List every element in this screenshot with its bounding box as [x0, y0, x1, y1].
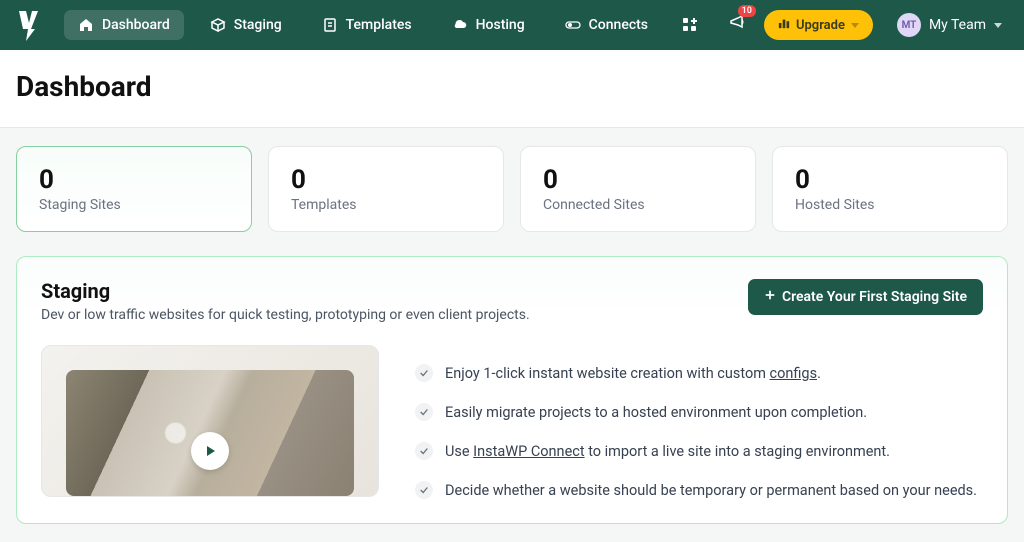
toggle-icon	[565, 17, 581, 33]
nav-label: Hosting	[476, 17, 525, 33]
nav-apps[interactable]	[674, 10, 706, 40]
brand-logo[interactable]	[16, 7, 44, 43]
list-item: Enjoy 1-click instant website creation w…	[415, 363, 983, 384]
stat-card-connected[interactable]: 0 Connected Sites	[520, 146, 756, 232]
play-button[interactable]	[191, 432, 229, 470]
check-icon	[415, 481, 433, 499]
stat-value: 0	[543, 165, 733, 195]
cloud-icon	[452, 17, 468, 33]
chevron-down-icon	[994, 23, 1002, 28]
avatar: MT	[897, 13, 921, 37]
staging-card: Staging Dev or low traffic websites for …	[16, 256, 1008, 524]
list-item: Easily migrate projects to a hosted envi…	[415, 402, 983, 423]
stat-card-templates[interactable]: 0 Templates	[268, 146, 504, 232]
stat-card-staging[interactable]: 0 Staging Sites	[16, 146, 252, 232]
grid-plus-icon	[682, 17, 698, 33]
stat-label: Hosted Sites	[795, 197, 985, 213]
notifications-button[interactable]: 10	[728, 13, 748, 37]
page-title: Dashboard	[16, 70, 1008, 103]
check-icon	[415, 364, 433, 382]
bar-chart-icon	[778, 17, 790, 33]
feature-text: Decide whether a website should be tempo…	[445, 480, 977, 501]
intro-video[interactable]	[41, 345, 379, 497]
staging-title: Staging	[41, 279, 530, 303]
nav-templates[interactable]: Templates	[308, 10, 426, 40]
check-icon	[415, 403, 433, 421]
notification-badge: 10	[738, 5, 756, 17]
team-name: My Team	[929, 17, 986, 33]
staging-header: Staging Dev or low traffic websites for …	[41, 279, 983, 323]
feature-text: Easily migrate projects to a hosted envi…	[445, 402, 867, 423]
nav-label: Connects	[589, 17, 648, 33]
nav-label: Dashboard	[102, 17, 170, 33]
box-icon	[210, 17, 226, 33]
home-icon	[78, 17, 94, 33]
list-item: Decide whether a website should be tempo…	[415, 480, 983, 501]
feature-list: Enjoy 1-click instant website creation w…	[415, 345, 983, 501]
instawp-connect-link[interactable]: InstaWP Connect	[473, 443, 584, 460]
configs-link[interactable]: configs	[770, 365, 818, 382]
nav-connects[interactable]: Connects	[551, 10, 662, 40]
feature-text: Use InstaWP Connect to import a live sit…	[445, 441, 890, 462]
nav-hosting[interactable]: Hosting	[438, 10, 539, 40]
content: 0 Staging Sites 0 Templates 0 Connected …	[0, 128, 1024, 542]
create-staging-button[interactable]: Create Your First Staging Site	[748, 279, 983, 315]
staging-description: Dev or low traffic websites for quick te…	[41, 307, 530, 323]
chevron-down-icon	[851, 23, 859, 28]
team-switcher[interactable]: MT My Team	[891, 9, 1008, 41]
megaphone-icon	[728, 18, 748, 37]
stat-value: 0	[291, 165, 481, 195]
stat-value: 0	[39, 165, 229, 195]
check-icon	[415, 442, 433, 460]
stat-value: 0	[795, 165, 985, 195]
feature-text: Enjoy 1-click instant website creation w…	[445, 363, 821, 384]
create-staging-label: Create Your First Staging Site	[782, 289, 967, 305]
stat-card-hosted[interactable]: 0 Hosted Sites	[772, 146, 1008, 232]
top-navbar: Dashboard Staging Templates Hosting Conn…	[0, 0, 1024, 50]
stat-label: Templates	[291, 197, 481, 213]
nav-staging[interactable]: Staging	[196, 10, 296, 40]
stat-label: Staging Sites	[39, 197, 229, 213]
nav-label: Staging	[234, 17, 282, 33]
upgrade-button[interactable]: Upgrade	[764, 10, 873, 40]
plus-icon	[764, 289, 776, 305]
nav-label: Templates	[346, 17, 412, 33]
stat-label: Connected Sites	[543, 197, 733, 213]
list-item: Use InstaWP Connect to import a live sit…	[415, 441, 983, 462]
stats-row: 0 Staging Sites 0 Templates 0 Connected …	[16, 146, 1008, 232]
template-icon	[322, 17, 338, 33]
page-header: Dashboard	[0, 50, 1024, 128]
upgrade-label: Upgrade	[796, 18, 845, 33]
nav-dashboard[interactable]: Dashboard	[64, 10, 184, 40]
